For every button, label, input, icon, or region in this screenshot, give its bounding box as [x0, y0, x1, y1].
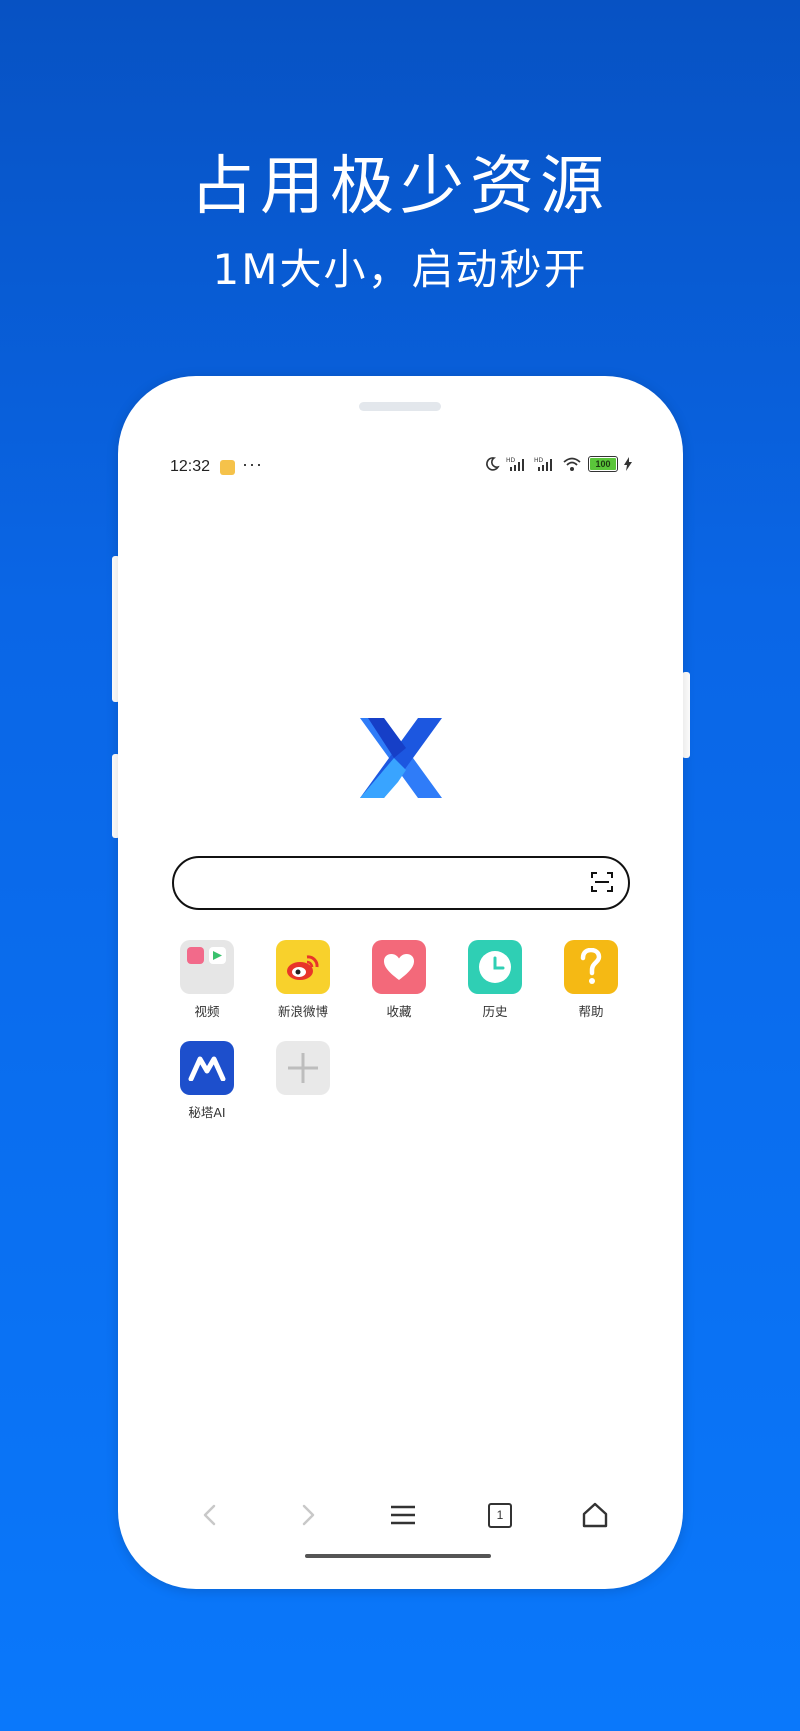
svg-text:HD: HD [506, 457, 516, 464]
metaso-ai-icon [180, 1041, 234, 1095]
phone-mockup: 12:32 ··· HD HD 100 视频 新浪微博 收藏 历史 帮助 秘塔A… [118, 376, 683, 1589]
shortcut-label: 秘塔AI [188, 1105, 226, 1120]
phone-power-button [682, 672, 690, 758]
menu-icon[interactable] [386, 1498, 420, 1532]
shortcut-label: 历史 [482, 1004, 508, 1019]
back-icon[interactable] [194, 1498, 228, 1532]
promo-subtitle: 1M大小，启动秒开 [212, 245, 588, 294]
xbrowser-logo-icon [360, 718, 442, 798]
scan-icon[interactable] [590, 870, 614, 894]
clock-icon [468, 940, 522, 994]
add-shortcut-button[interactable] [263, 1041, 343, 1102]
charging-bolt-icon [624, 457, 632, 471]
signal-hd-2-icon: HD [534, 457, 552, 471]
heart-icon [372, 940, 426, 994]
svg-text:HD: HD [534, 457, 544, 464]
shortcut-history[interactable]: 历史 [455, 940, 535, 1020]
notification-icon [220, 460, 235, 475]
shortcut-metaso-ai[interactable]: 秘塔AI [167, 1041, 247, 1121]
shortcut-help[interactable]: 帮助 [551, 940, 631, 1020]
shortcut-label: 帮助 [578, 1004, 604, 1019]
status-time: 12:32 [170, 458, 211, 475]
more-notifications-indicator: ··· [242, 454, 263, 474]
shortcut-video[interactable]: 视频 [167, 940, 247, 1020]
shortcut-favorites[interactable]: 收藏 [359, 940, 439, 1020]
battery-icon: 100 [588, 456, 618, 472]
shortcut-label: 视频 [194, 1004, 220, 1019]
signal-hd-icon: HD [506, 457, 524, 471]
weibo-icon [276, 940, 330, 994]
status-bar: 12:32 ··· HD HD 100 [170, 454, 632, 478]
shortcut-label: 收藏 [386, 1004, 412, 1019]
phone-speaker [359, 402, 441, 411]
home-icon[interactable] [578, 1498, 612, 1532]
shortcut-weibo[interactable]: 新浪微博 [263, 940, 343, 1020]
forward-icon[interactable] [290, 1498, 324, 1532]
tabs-button[interactable]: 1 [482, 1498, 516, 1532]
promo-title: 占用极少资源 [190, 149, 610, 224]
help-icon [564, 940, 618, 994]
tabs-icon: 1 [488, 1503, 512, 1528]
shortcut-label: 新浪微博 [277, 1004, 328, 1019]
bottom-toolbar: 1 [170, 1498, 640, 1532]
home-indicator[interactable] [305, 1554, 491, 1558]
do-not-disturb-moon-icon [486, 457, 500, 471]
search-input[interactable] [172, 856, 630, 910]
tab-count: 1 [496, 1508, 504, 1522]
wifi-icon [563, 457, 581, 471]
add-shortcut-icon [276, 1041, 330, 1095]
video-folder-icon [180, 940, 234, 994]
battery-level: 100 [590, 458, 616, 470]
